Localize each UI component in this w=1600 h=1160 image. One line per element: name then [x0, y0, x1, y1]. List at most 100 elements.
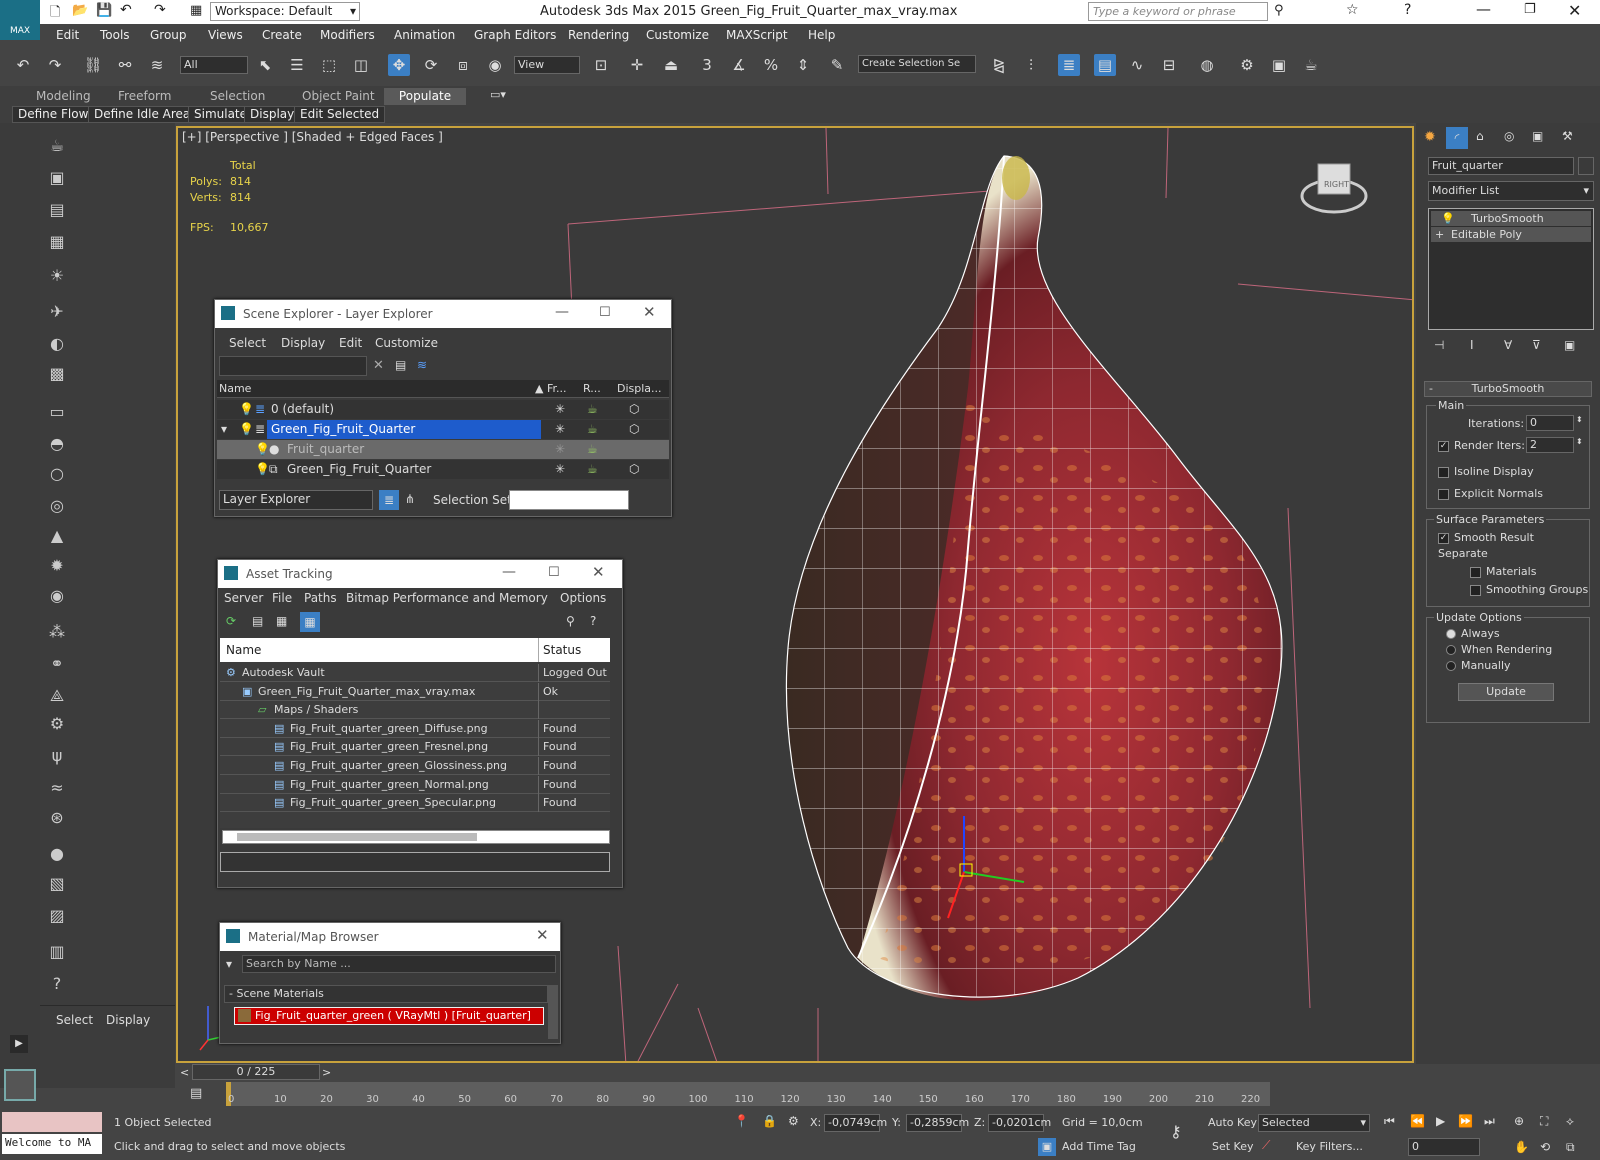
table-view-icon[interactable]: ▦: [300, 612, 320, 632]
pin-stack-icon[interactable]: ⊣: [1434, 338, 1444, 352]
collapse-arrow-icon[interactable]: ▾: [221, 420, 227, 439]
tab-display[interactable]: Display: [106, 1013, 150, 1027]
field-of-view-icon[interactable]: ⟡: [1566, 1114, 1574, 1129]
freeze-icon[interactable]: ✳: [555, 400, 565, 419]
menu-create[interactable]: Create: [262, 28, 302, 42]
manually-radio[interactable]: Manually: [1446, 659, 1511, 672]
grass-icon[interactable]: ψ: [46, 745, 68, 767]
pyramid-icon[interactable]: ⟁: [46, 685, 68, 707]
object-name-field[interactable]: Fruit_quarter: [1428, 157, 1574, 175]
menu-animation[interactable]: Animation: [394, 28, 455, 42]
close-icon[interactable]: ✕: [536, 926, 549, 944]
rotate-icon[interactable]: ⟳: [420, 54, 442, 76]
column-name[interactable]: Name: [219, 380, 251, 398]
object-row[interactable]: 💡 ⧉ Green_Fig_Fruit_Quarter ✳ ☕ ⬡: [217, 460, 669, 479]
smooth-result-checkbox[interactable]: ✓ Smooth Result: [1438, 531, 1534, 544]
utilities-tab-icon[interactable]: ⚒: [1562, 129, 1573, 143]
se-menu-edit[interactable]: Edit: [339, 336, 362, 350]
unlink-icon[interactable]: ⚯: [114, 54, 136, 76]
show-end-result-icon[interactable]: Ⅰ: [1470, 338, 1474, 352]
redo-icon[interactable]: ↷: [44, 54, 66, 76]
create-tab-icon[interactable]: ✹: [1424, 129, 1436, 145]
key-mode-dropdown[interactable]: Selected ▾: [1258, 1114, 1370, 1132]
asset-row[interactable]: ▤ Fig_Fruit_quarter_green_Glossiness.png F…: [220, 757, 610, 775]
options-menu-icon[interactable]: ▾: [226, 957, 232, 971]
next-frame-icon[interactable]: ⏩: [1458, 1114, 1473, 1128]
selection-set-dropdown[interactable]: [509, 490, 629, 510]
se-menu-display[interactable]: Display: [281, 336, 325, 350]
menu-views[interactable]: Views: [208, 28, 243, 42]
asset-row[interactable]: ⚙ Autodesk Vault Logged Out .: [220, 664, 610, 697]
camera-icon[interactable]: ✈: [46, 301, 68, 323]
isoline-checkbox[interactable]: Isoline Display: [1438, 465, 1534, 478]
iterations-spinner[interactable]: 0: [1526, 415, 1574, 431]
at-menu-options[interactable]: Options: [560, 591, 606, 605]
asset-row[interactable]: ▤ Fig_Fruit_quarter_green_Specular.png Fou…: [220, 794, 610, 813]
help-icon[interactable]: ?: [1404, 2, 1411, 18]
freeze-icon[interactable]: ✳: [555, 440, 565, 459]
turbosmooth-rollout-header[interactable]: - TurboSmooth: [1424, 381, 1592, 397]
percent-snap-icon[interactable]: %: [760, 54, 782, 76]
display-box-icon[interactable]: ⬡: [629, 400, 639, 419]
list-view-icon[interactable]: ▤: [252, 614, 263, 628]
when-rendering-radio[interactable]: When Rendering: [1446, 643, 1552, 656]
render-teapot-icon[interactable]: ☕: [587, 440, 598, 459]
stack-item-turbosmooth[interactable]: 💡 TurboSmooth: [1431, 211, 1591, 226]
molecule-icon[interactable]: ⚭: [46, 653, 68, 675]
named-selection-dropdown[interactable]: Create Selection Se: [858, 55, 976, 73]
se-menu-select[interactable]: Select: [229, 336, 266, 350]
link-icon[interactable]: ⛓: [82, 54, 104, 76]
rectangle-selection-icon[interactable]: ⬚: [318, 54, 340, 76]
key-icon[interactable]: ⚷: [1170, 1122, 1182, 1141]
time-tag-icon[interactable]: ▣: [1038, 1138, 1056, 1156]
column-display[interactable]: Displa...: [617, 380, 662, 398]
previous-frame-icon[interactable]: ⏪: [1410, 1114, 1425, 1128]
play-icon[interactable]: ▶: [1436, 1114, 1445, 1128]
next-frame-arrow-icon[interactable]: >: [322, 1066, 331, 1079]
scene-materials-group[interactable]: - Scene Materials: [224, 985, 548, 1003]
object-color-swatch[interactable]: [1578, 157, 1594, 175]
torus-icon[interactable]: ◉: [46, 585, 68, 607]
menu-modifiers[interactable]: Modifiers: [320, 28, 375, 42]
column-freeze[interactable]: Fr...: [547, 380, 567, 398]
render-setup-icon[interactable]: ⚙: [1236, 54, 1258, 76]
search-input[interactable]: Type a keyword or phrase: [1088, 2, 1268, 21]
go-to-start-icon[interactable]: ⏮: [1384, 1114, 1395, 1129]
make-unique-icon[interactable]: ∀: [1504, 338, 1512, 352]
stack-item-editable-poly[interactable]: + Editable Poly: [1431, 227, 1591, 242]
help-circle-icon[interactable]: ?: [46, 973, 68, 995]
save-icon[interactable]: 💾: [96, 3, 112, 18]
render-iters-checkbox[interactable]: ✓ Render Iters:: [1438, 439, 1525, 452]
geosphere-icon[interactable]: ◎: [46, 495, 68, 517]
particles-icon[interactable]: ⁂: [46, 621, 68, 643]
menu-customize[interactable]: Customize: [646, 28, 709, 42]
zoom-icon[interactable]: ⊕: [1514, 1114, 1524, 1128]
workspace-dropdown[interactable]: Workspace: Default ▾: [210, 2, 360, 21]
close-icon[interactable]: ✕: [1568, 1, 1581, 20]
project-icon[interactable]: ▦: [190, 3, 202, 18]
app-logo[interactable]: MAX: [0, 0, 40, 40]
grid-icon[interactable]: ▦: [46, 231, 68, 253]
configure-sets-icon[interactable]: ▣: [1564, 338, 1575, 352]
material-scrollbar[interactable]: [548, 985, 558, 1039]
ribbon-edit-selected[interactable]: Edit Selected: [294, 106, 386, 123]
redo-icon[interactable]: ↷: [154, 2, 166, 18]
view-cube-label[interactable]: RIGHT: [1324, 180, 1349, 189]
spinner-snap-icon[interactable]: ⇕: [792, 54, 814, 76]
asset-row[interactable]: ▤ Fig_Fruit_quarter_green_Normal.png Found: [220, 775, 610, 794]
minimize-icon[interactable]: —: [502, 564, 516, 580]
update-button[interactable]: Update: [1458, 683, 1554, 701]
help-icon[interactable]: ?: [590, 614, 596, 628]
at-menu-paths[interactable]: Paths: [304, 591, 337, 605]
render-teapot-icon[interactable]: ☕: [587, 460, 598, 479]
render-element-icon[interactable]: ▧: [46, 873, 68, 895]
maximize-viewport-icon[interactable]: ⧉: [1566, 1140, 1575, 1155]
expand-plus-icon[interactable]: +: [1435, 227, 1444, 242]
freeze-icon[interactable]: ✳: [555, 420, 565, 439]
lightbulb-icon[interactable]: 💡: [239, 400, 254, 419]
new-icon[interactable]: 🗋: [50, 3, 60, 25]
orbit-icon[interactable]: ⟲: [1540, 1140, 1550, 1154]
hemisphere-icon[interactable]: ◓: [46, 433, 68, 455]
menu-tools[interactable]: Tools: [100, 28, 130, 42]
expand-arrow-icon[interactable]: ▶: [10, 1035, 28, 1053]
